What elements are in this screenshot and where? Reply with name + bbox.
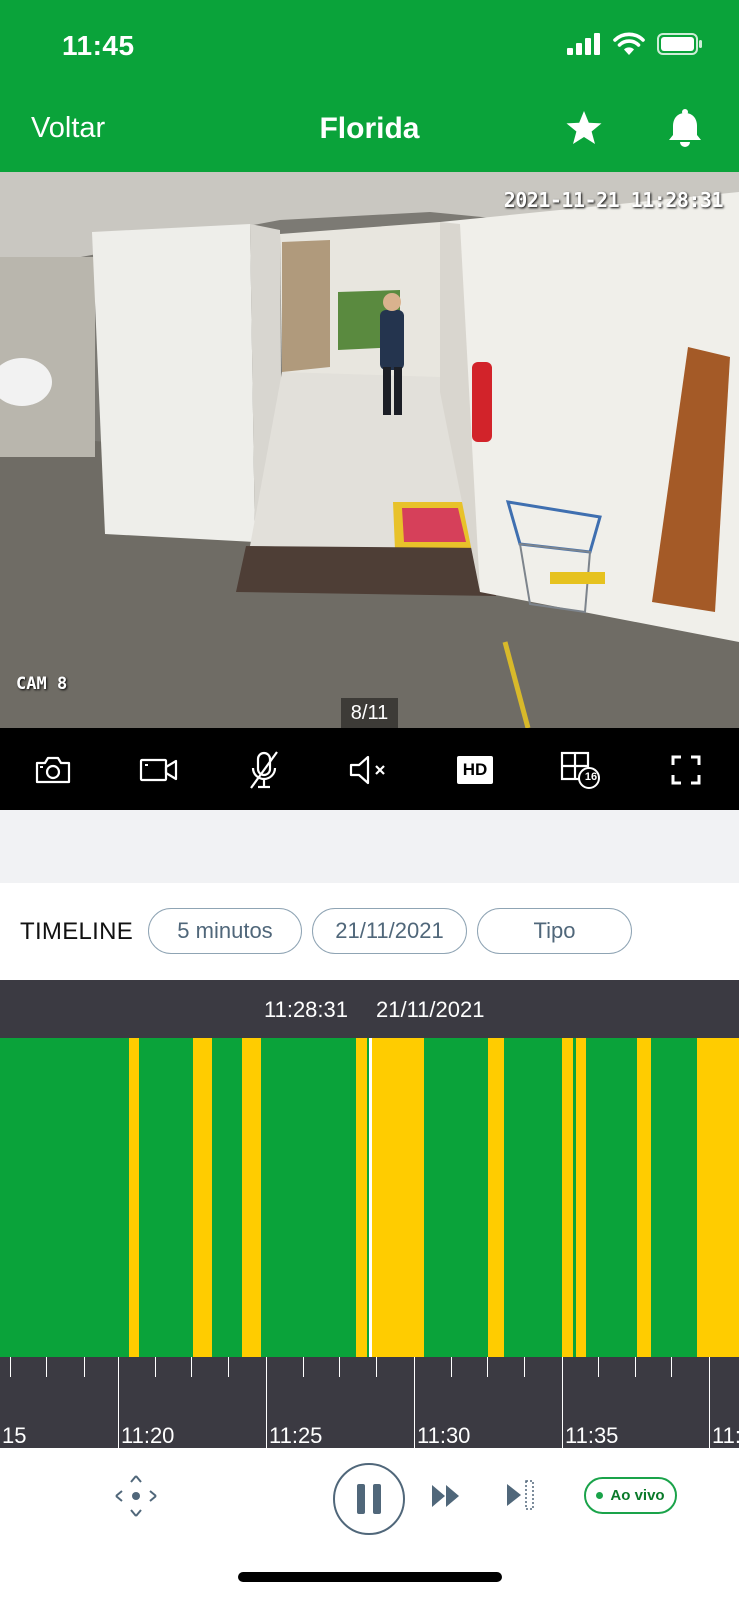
status-time: 11:45 <box>62 30 135 61</box>
motion-segment <box>242 1038 261 1357</box>
motion-segment <box>488 1038 504 1357</box>
speaker-muted-icon[interactable] <box>347 748 391 792</box>
ruler-label: 11:20 <box>121 1423 175 1448</box>
ruler-label: 11:35 <box>565 1423 619 1448</box>
ruler-major-tick <box>118 1357 119 1448</box>
motion-segment <box>356 1038 367 1357</box>
section-spacer <box>0 810 739 883</box>
camera-feed-image <box>0 172 739 728</box>
camera-page-indicator: 8/11 <box>341 698 398 728</box>
ruler-major-tick <box>562 1357 563 1448</box>
motion-segment <box>193 1038 212 1357</box>
motion-segment <box>576 1038 586 1357</box>
favorite-star-icon[interactable] <box>564 108 604 153</box>
camera-toolbar: HD 16 <box>0 728 739 810</box>
wifi-icon <box>613 32 645 55</box>
interval-filter-button[interactable]: 5 minutos <box>148 908 302 954</box>
fullscreen-icon[interactable] <box>664 748 708 792</box>
app-header: 11:45 Voltar Florida <box>0 0 739 172</box>
pause-button[interactable] <box>333 1463 405 1535</box>
status-icons <box>567 32 703 56</box>
type-filter-button[interactable]: Tipo <box>477 908 632 954</box>
live-button[interactable]: Ao vivo <box>584 1477 677 1514</box>
timeline-current-time: 11:28:31 <box>264 997 349 1022</box>
mic-muted-icon[interactable] <box>242 748 286 792</box>
motion-segment <box>562 1038 573 1357</box>
motion-segment <box>129 1038 139 1357</box>
motion-segment <box>697 1038 739 1357</box>
ruler-label: 11: <box>712 1423 739 1448</box>
timeline-playhead[interactable] <box>369 1038 372 1357</box>
notification-bell-icon[interactable] <box>667 108 703 153</box>
move-arrows-icon[interactable] <box>113 1473 159 1519</box>
ruler-label: 11:25 <box>269 1423 323 1448</box>
ruler-label: 11:30 <box>417 1423 471 1448</box>
camera-timestamp: 2021-11-21 11:28:31 <box>503 188 724 212</box>
live-label: Ao vivo <box>610 1487 665 1504</box>
playback-controls: Ao vivo <box>0 1448 739 1600</box>
timeline-header: 11:28:31 21/11/2021 <box>0 980 739 1038</box>
hd-label: HD <box>456 756 494 784</box>
camera-icon[interactable] <box>31 748 75 792</box>
camera-view[interactable]: 2021-11-21 11:28:31 CAM 8 8/11 <box>0 172 739 728</box>
date-filter-button[interactable]: 21/11/2021 <box>312 908 467 954</box>
timeline-current-date: 21/11/2021 <box>376 997 485 1022</box>
back-button[interactable]: Voltar <box>31 112 105 145</box>
timeline-filter-bar: TIMELINE 5 minutos 21/11/2021 Tipo <box>0 883 739 980</box>
live-dot-icon <box>596 1492 604 1499</box>
battery-icon <box>657 33 702 55</box>
grid-16-icon[interactable]: 16 <box>558 748 602 792</box>
video-record-icon[interactable] <box>137 748 181 792</box>
timeline-label: TIMELINE <box>20 918 134 945</box>
home-indicator[interactable] <box>238 1572 502 1582</box>
ruler-major-tick <box>709 1357 710 1448</box>
skip-to-end-icon[interactable] <box>504 1476 538 1514</box>
hd-icon[interactable]: HD <box>453 748 497 792</box>
camera-label: CAM 8 <box>16 674 68 694</box>
signal-icon <box>567 33 600 55</box>
ruler-label: 15 <box>2 1423 27 1448</box>
motion-segment <box>372 1038 424 1357</box>
page-title: Florida <box>319 112 420 145</box>
ruler-major-tick <box>414 1357 415 1448</box>
grid-badge: 16 <box>584 771 598 783</box>
timeline-ruler[interactable]: 15 11:20 11:25 11:30 11:35 11: <box>0 1357 739 1448</box>
ruler-major-tick <box>266 1357 267 1448</box>
fast-forward-icon[interactable] <box>428 1478 464 1514</box>
timeline-recording-bars[interactable] <box>0 1038 739 1357</box>
pause-icon <box>357 1484 381 1514</box>
motion-segment <box>637 1038 651 1357</box>
